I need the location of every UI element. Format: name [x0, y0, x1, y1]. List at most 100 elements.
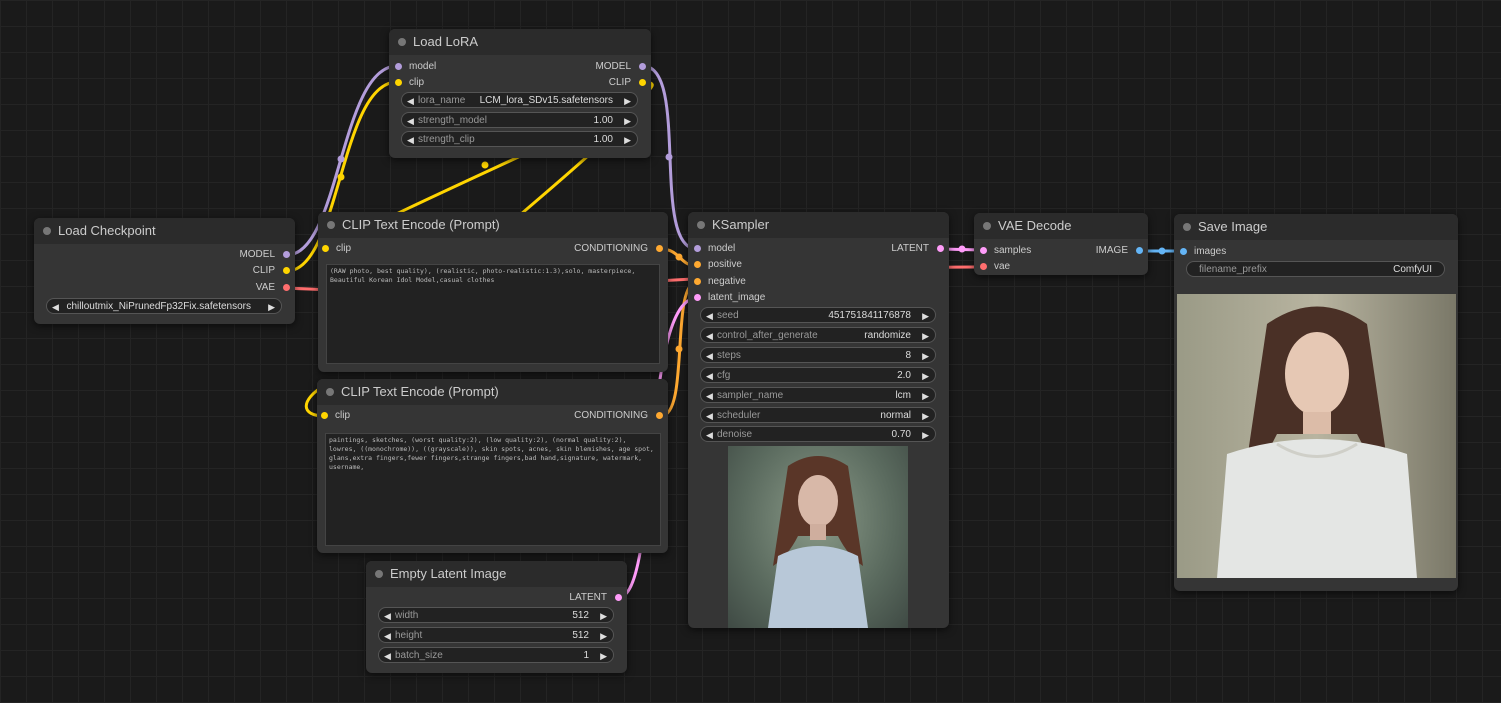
widget-ckpt-name[interactable]: ◀ chilloutmix_NiPrunedFp32Fix.safetensors…	[46, 298, 282, 314]
decrement-arrow-icon[interactable]: ◀	[384, 628, 391, 644]
input-slot-samples[interactable]: samples	[980, 244, 1031, 258]
increment-arrow-icon[interactable]: ▶	[922, 388, 929, 404]
slot-dot-icon[interactable]	[639, 63, 646, 70]
increment-arrow-icon[interactable]: ▶	[624, 113, 631, 129]
output-slot-conditioning[interactable]: CONDITIONING	[574, 409, 663, 423]
increment-arrow-icon[interactable]: ▶	[624, 132, 631, 148]
decrement-arrow-icon[interactable]: ◀	[384, 608, 391, 624]
decrement-arrow-icon[interactable]: ◀	[52, 299, 59, 315]
decrement-arrow-icon[interactable]: ◀	[706, 427, 713, 443]
slot-dot-icon[interactable]	[395, 79, 402, 86]
increment-arrow-icon[interactable]: ▶	[922, 427, 929, 443]
collapse-dot-icon[interactable]	[398, 38, 406, 46]
input-slot-clip[interactable]: clip	[395, 76, 424, 90]
decrement-arrow-icon[interactable]: ◀	[706, 308, 713, 324]
widget-strength-model[interactable]: ◀ strength_model 1.00 ▶	[401, 112, 638, 128]
node-vae-decode[interactable]: VAE Decode samples vae IMAGE	[974, 213, 1148, 275]
increment-arrow-icon[interactable]: ▶	[922, 408, 929, 424]
node-clip-text-encode-positive[interactable]: CLIP Text Encode (Prompt) clip CONDITION…	[318, 212, 668, 372]
input-slot-negative[interactable]: negative	[694, 275, 746, 289]
collapse-dot-icon[interactable]	[697, 221, 705, 229]
decrement-arrow-icon[interactable]: ◀	[384, 648, 391, 664]
output-slot-clip[interactable]: CLIP	[609, 76, 646, 90]
collapse-dot-icon[interactable]	[983, 222, 991, 230]
widget-lora-name[interactable]: ◀ lora_name LCM_lora_SDv15.safetensors ▶	[401, 92, 638, 108]
decrement-arrow-icon[interactable]: ◀	[706, 368, 713, 384]
node-load-checkpoint[interactable]: Load Checkpoint MODEL CLIP VAE ◀ chillout…	[34, 218, 295, 324]
widget-steps[interactable]: ◀ steps 8 ▶	[700, 347, 936, 363]
slot-dot-icon[interactable]	[1180, 248, 1187, 255]
node-load-lora[interactable]: Load LoRA model clip MODEL CLIP ◀ lora_na…	[389, 29, 651, 158]
output-slot-vae[interactable]: VAE	[256, 281, 290, 295]
decrement-arrow-icon[interactable]: ◀	[706, 408, 713, 424]
slot-dot-icon[interactable]	[1136, 247, 1143, 254]
node-clip-text-encode-negative[interactable]: CLIP Text Encode (Prompt) clip CONDITION…	[317, 379, 668, 553]
output-slot-model[interactable]: MODEL	[239, 248, 290, 262]
slot-dot-icon[interactable]	[656, 245, 663, 252]
increment-arrow-icon[interactable]: ▶	[624, 93, 631, 109]
collapse-dot-icon[interactable]	[326, 388, 334, 396]
slot-dot-icon[interactable]	[395, 63, 402, 70]
slot-dot-icon[interactable]	[980, 263, 987, 270]
increment-arrow-icon[interactable]: ▶	[922, 328, 929, 344]
slot-dot-icon[interactable]	[639, 79, 646, 86]
node-title[interactable]: Empty Latent Image	[366, 561, 627, 587]
increment-arrow-icon[interactable]: ▶	[922, 348, 929, 364]
prompt-textarea[interactable]: paintings, sketches, (worst quality:2), …	[325, 433, 661, 546]
collapse-dot-icon[interactable]	[327, 221, 335, 229]
decrement-arrow-icon[interactable]: ◀	[706, 328, 713, 344]
output-slot-conditioning[interactable]: CONDITIONING	[574, 242, 663, 256]
widget-cfg[interactable]: ◀ cfg 2.0 ▶	[700, 367, 936, 383]
node-save-image[interactable]: Save Image images filename_prefix ComfyUI	[1174, 214, 1458, 591]
slot-dot-icon[interactable]	[283, 267, 290, 274]
input-slot-clip[interactable]: clip	[321, 409, 350, 423]
increment-arrow-icon[interactable]: ▶	[600, 628, 607, 644]
decrement-arrow-icon[interactable]: ◀	[407, 113, 414, 129]
collapse-dot-icon[interactable]	[43, 227, 51, 235]
node-title[interactable]: CLIP Text Encode (Prompt)	[317, 379, 668, 405]
node-ksampler[interactable]: KSampler model positive negative latent_…	[688, 212, 949, 628]
node-title[interactable]: VAE Decode	[974, 213, 1148, 239]
input-slot-model[interactable]: model	[395, 60, 436, 74]
prompt-textarea[interactable]: (RAW photo, best quality), (realistic, p…	[326, 264, 660, 364]
widget-sampler-name[interactable]: ◀ sampler_name lcm ▶	[700, 387, 936, 403]
node-empty-latent-image[interactable]: Empty Latent Image LATENT ◀ width 512 ▶ ◀ he…	[366, 561, 627, 673]
slot-dot-icon[interactable]	[694, 278, 701, 285]
slot-dot-icon[interactable]	[615, 594, 622, 601]
slot-dot-icon[interactable]	[694, 294, 701, 301]
increment-arrow-icon[interactable]: ▶	[268, 299, 275, 315]
widget-width[interactable]: ◀ width 512 ▶	[378, 607, 614, 623]
slot-dot-icon[interactable]	[656, 412, 663, 419]
widget-batch-size[interactable]: ◀ batch_size 1 ▶	[378, 647, 614, 663]
decrement-arrow-icon[interactable]: ◀	[706, 388, 713, 404]
increment-arrow-icon[interactable]: ▶	[922, 368, 929, 384]
collapse-dot-icon[interactable]	[1183, 223, 1191, 231]
increment-arrow-icon[interactable]: ▶	[600, 608, 607, 624]
increment-arrow-icon[interactable]: ▶	[600, 648, 607, 664]
slot-dot-icon[interactable]	[283, 284, 290, 291]
output-slot-clip[interactable]: CLIP	[253, 264, 290, 278]
input-slot-model[interactable]: model	[694, 242, 735, 256]
decrement-arrow-icon[interactable]: ◀	[706, 348, 713, 364]
input-slot-clip[interactable]: clip	[322, 242, 351, 256]
input-slot-vae[interactable]: vae	[980, 260, 1010, 274]
slot-dot-icon[interactable]	[321, 412, 328, 419]
slot-dot-icon[interactable]	[322, 245, 329, 252]
node-title[interactable]: Save Image	[1174, 214, 1458, 240]
collapse-dot-icon[interactable]	[375, 570, 383, 578]
node-title[interactable]: Load LoRA	[389, 29, 651, 55]
slot-dot-icon[interactable]	[283, 251, 290, 258]
output-slot-latent[interactable]: LATENT	[569, 591, 622, 605]
slot-dot-icon[interactable]	[694, 261, 701, 268]
widget-height[interactable]: ◀ height 512 ▶	[378, 627, 614, 643]
node-title[interactable]: KSampler	[688, 212, 949, 238]
increment-arrow-icon[interactable]: ▶	[922, 308, 929, 324]
input-slot-positive[interactable]: positive	[694, 258, 742, 272]
slot-dot-icon[interactable]	[980, 247, 987, 254]
output-slot-latent[interactable]: LATENT	[891, 242, 944, 256]
input-slot-latent-image[interactable]: latent_image	[694, 291, 765, 305]
node-title[interactable]: Load Checkpoint	[34, 218, 295, 244]
input-slot-images[interactable]: images	[1180, 245, 1226, 259]
widget-denoise[interactable]: ◀ denoise 0.70 ▶	[700, 426, 936, 442]
node-title[interactable]: CLIP Text Encode (Prompt)	[318, 212, 668, 238]
